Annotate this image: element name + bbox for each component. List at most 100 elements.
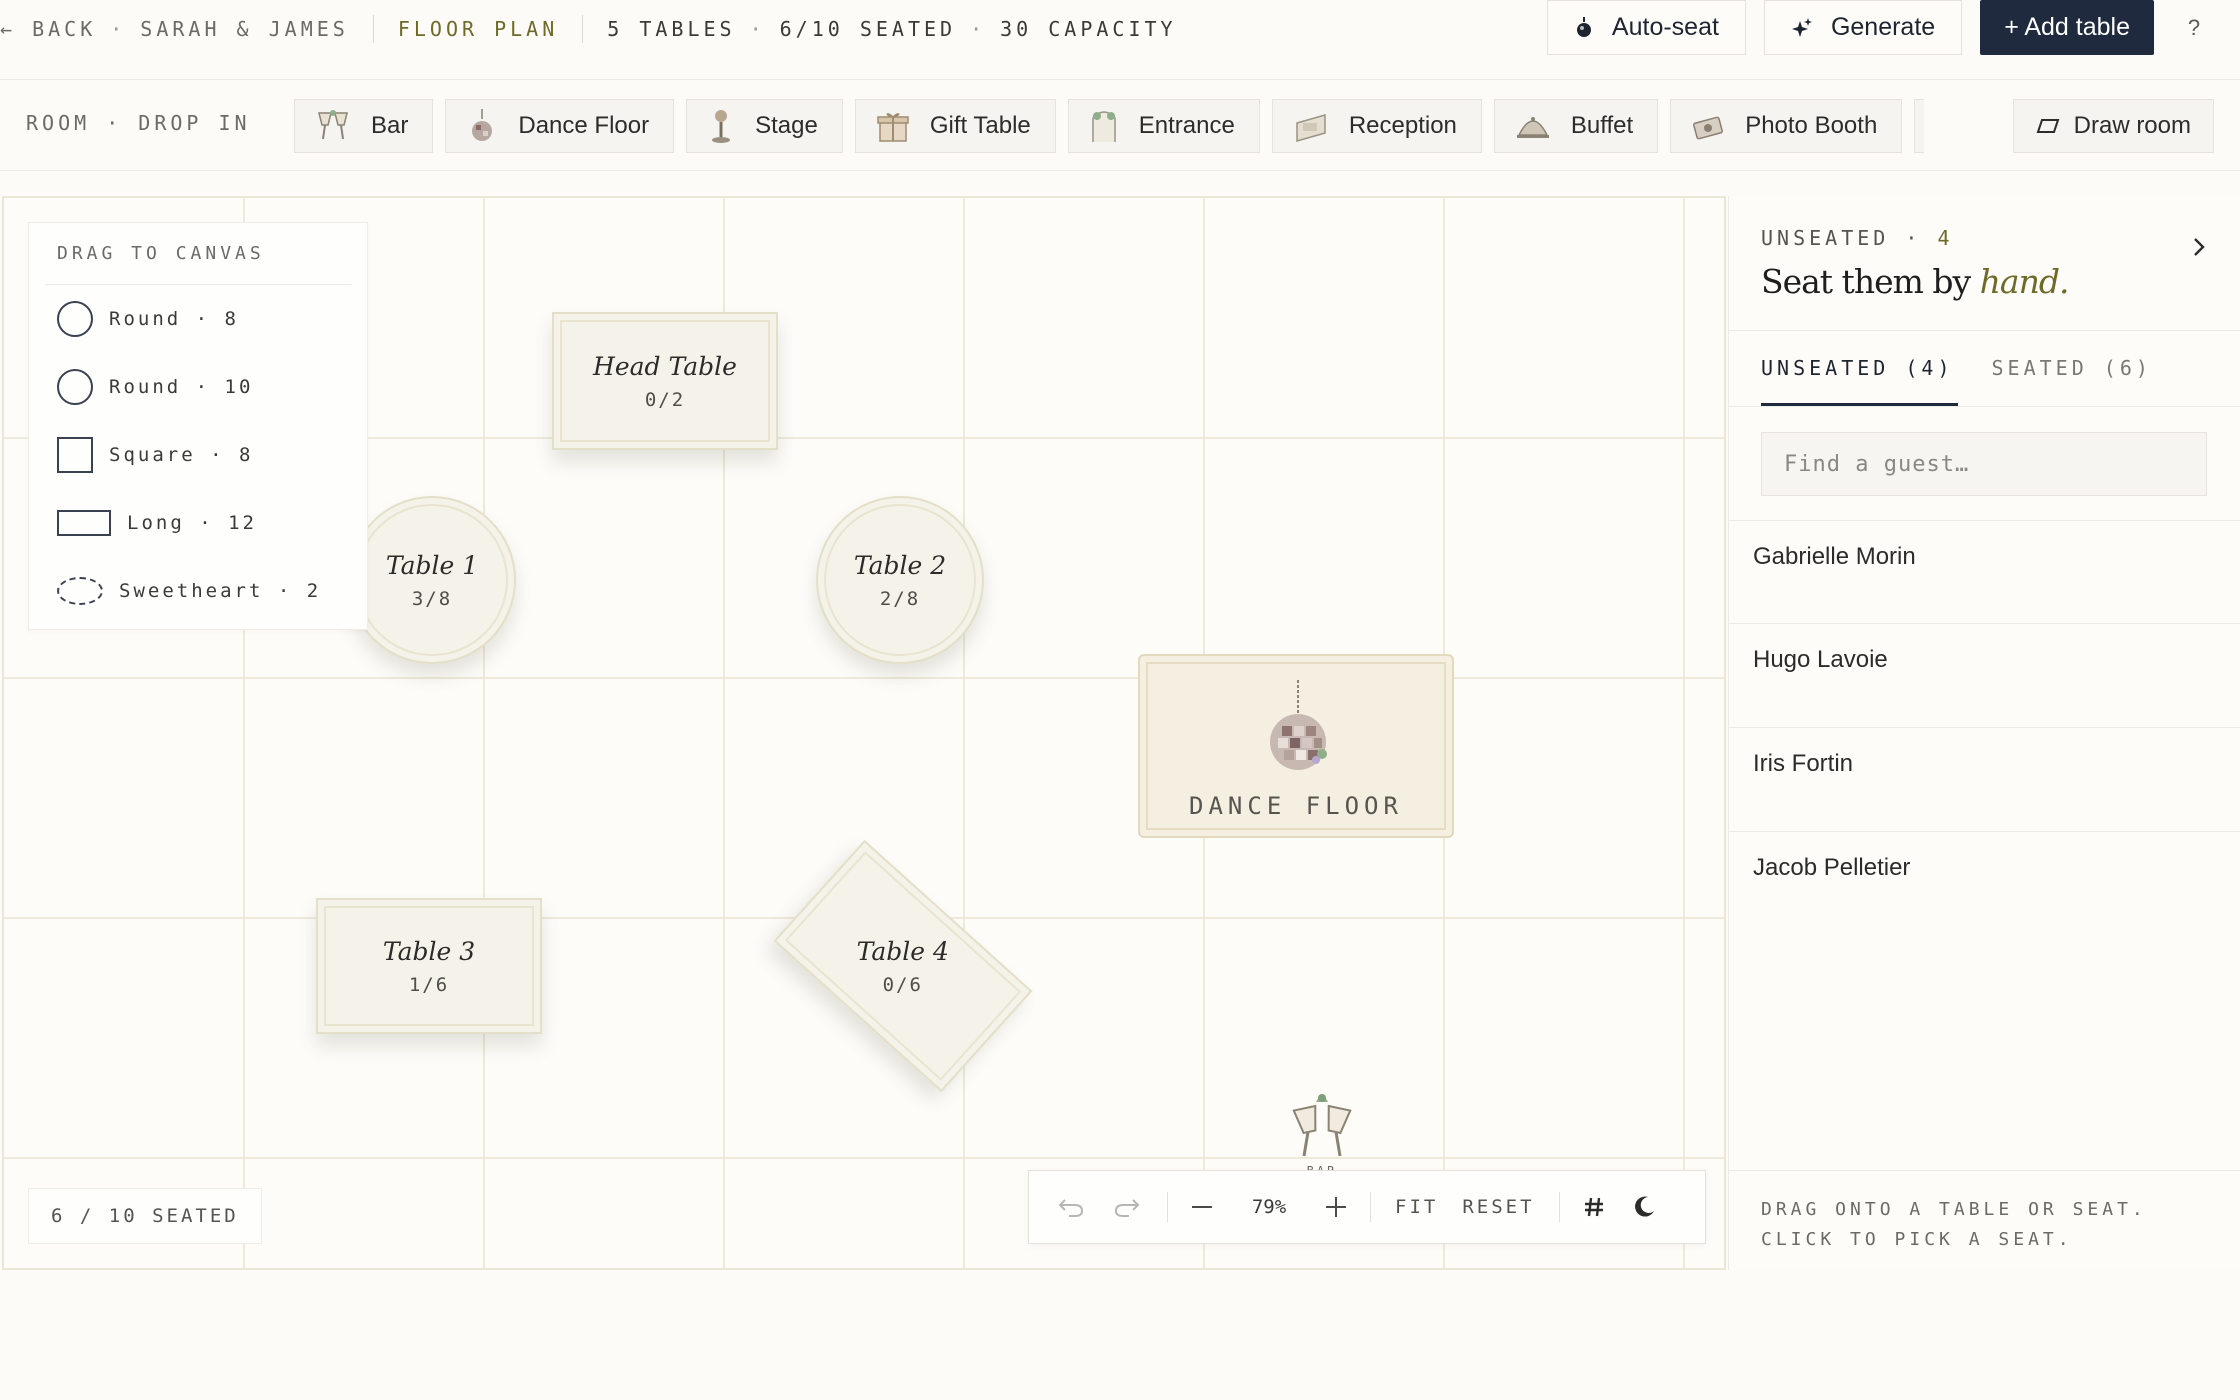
tab-unseated[interactable]: UNSEATED (4) (1761, 342, 1957, 406)
panel-title-emphasis: hand. (1979, 262, 2070, 301)
divider (372, 15, 374, 43)
dark-mode-toggle[interactable] (1616, 1185, 1672, 1229)
hint-line: DRAG ONTO A TABLE OR SEAT. (1761, 1199, 2147, 1220)
draw-room-label: Draw room (2073, 112, 2191, 139)
zoom-out-button[interactable] (1180, 1185, 1224, 1229)
tab-seated[interactable]: SEATED (6) (1992, 342, 2152, 406)
generate-label: Generate (1830, 13, 1936, 41)
fixture-chip-buffet[interactable]: Buffet (1493, 99, 1659, 153)
fixture-chip-overflow[interactable] (1914, 99, 1925, 153)
fit-button[interactable]: FIT (1383, 1185, 1450, 1229)
guest-item[interactable]: Hugo Lavoie (1729, 624, 2240, 728)
guest-item[interactable]: Jacob Pelletier (1729, 832, 2240, 936)
palette-item-long-12[interactable]: Long · 12 (45, 489, 351, 557)
palette-item-sweetheart-2[interactable]: Sweetheart · 2 (45, 557, 351, 625)
panel-title-prefix: Seat them by (1761, 262, 1980, 301)
seated-progress-badge: 6 / 10 SEATED (28, 1188, 262, 1244)
zoom-in-button[interactable] (1314, 1185, 1358, 1229)
bar-fixture-icon[interactable] (1286, 1088, 1358, 1164)
hint-line: CLICK TO PICK A SEAT. (1761, 1229, 2073, 1250)
gift-icon (877, 113, 909, 142)
entrance-icon (1092, 111, 1116, 142)
fixture-chip-label: Stage (755, 112, 818, 139)
bar-icon (318, 110, 348, 140)
guest-panel: UNSEATED · 4 Seat them by hand. UNSEATED… (1728, 196, 2240, 1270)
hash-icon (1584, 1197, 1603, 1217)
separator-dot: · (1905, 226, 1938, 250)
undo-button[interactable] (1043, 1185, 1099, 1229)
palette-item-round-10[interactable]: Round · 10 (45, 353, 351, 421)
divider (1558, 1192, 1560, 1222)
table-seat-count: 3/8 (411, 587, 453, 610)
reset-button[interactable]: RESET (1450, 1185, 1546, 1229)
parallelogram-icon (2036, 119, 2060, 133)
round-table-icon (57, 301, 93, 337)
fixture-chip-stage[interactable]: Stage (686, 99, 843, 153)
fixture-chip-label: Dance Floor (518, 112, 650, 139)
table-2[interactable]: Table 2 2/8 (816, 496, 984, 664)
round-table-icon (57, 369, 93, 405)
fixture-chip-entrance[interactable]: Entrance (1067, 99, 1260, 153)
fixture-chip-label: Entrance (1138, 112, 1235, 139)
palette-item-square-8[interactable]: Square · 8 (45, 421, 351, 489)
add-table-button[interactable]: + Add table (1980, 0, 2154, 55)
back-link[interactable]: ← BACK (0, 17, 96, 41)
panel-hint: DRAG ONTO A TABLE OR SEAT. CLICK TO PICK… (1729, 1170, 2240, 1270)
room-fixture-list: Bar Dance Floor Stage Gift Table Entranc… (294, 99, 1925, 153)
unseated-count: 4 (1937, 226, 1954, 250)
floor-plan-canvas[interactable]: Head Table 0/2 Table 1 3/8 Table 2 2/8 T… (2, 196, 1726, 1270)
fixture-chip-bar[interactable]: Bar (294, 99, 434, 153)
fixture-chip-dance-floor[interactable]: Dance Floor (445, 99, 675, 153)
guest-item[interactable]: Gabrielle Morin (1729, 520, 2240, 624)
guest-item[interactable]: Iris Fortin (1729, 728, 2240, 832)
chevron-right-icon[interactable] (2192, 236, 2206, 258)
panel-header: UNSEATED · 4 Seat them by hand. (1761, 226, 2070, 301)
section-title: FLOOR PLAN (397, 17, 559, 41)
fixture-chip-label: Reception (1348, 112, 1457, 139)
fixture-chip-photo-booth[interactable]: Photo Booth (1670, 99, 1903, 153)
generate-button[interactable]: Generate (1763, 0, 1963, 55)
palette-title: DRAG TO CANVAS (45, 223, 351, 285)
table-name: Table 3 (382, 936, 476, 966)
auto-seat-label: Auto-seat (1611, 13, 1719, 41)
fit-label: FIT (1395, 1196, 1439, 1218)
table-1[interactable]: Table 1 3/8 (348, 496, 516, 664)
header-actions: Auto-seat Generate + Add table ? (1546, 0, 2216, 55)
table-head[interactable]: Head Table 0/2 (552, 312, 778, 450)
draw-room-button[interactable]: Draw room (2012, 99, 2214, 153)
panel-title: Seat them by hand. (1761, 262, 2070, 301)
room-drop-in-label: ROOM · DROP IN (26, 111, 251, 135)
table-3[interactable]: Table 3 1/6 (316, 898, 542, 1034)
reception-icon (1296, 114, 1326, 142)
fixture-chip-reception[interactable]: Reception (1271, 99, 1482, 153)
grid-toggle-button[interactable] (1572, 1185, 1616, 1229)
add-table-label: + Add table (2004, 13, 2130, 41)
help-button[interactable]: ? (2172, 0, 2216, 55)
divider (1729, 330, 2240, 331)
seated-count: 6/10 SEATED (779, 17, 957, 41)
moon-icon (1634, 1196, 1654, 1217)
dance-floor-fixture[interactable]: DANCE FLOOR (1138, 654, 1454, 838)
microphone-icon (712, 110, 731, 143)
long-table-icon (57, 510, 111, 536)
panel-tabs: UNSEATED (4) SEATED (6) (1761, 342, 2152, 406)
table-seat-count: 0/2 (644, 388, 686, 411)
palette-item-round-8[interactable]: Round · 8 (45, 285, 351, 353)
palette-item-label: Long · 12 (127, 512, 257, 534)
canvas-controls: 79% FIT RESET (1028, 1170, 1706, 1244)
guest-search-input[interactable] (1761, 432, 2207, 496)
table-name: Table 4 (856, 936, 950, 966)
sparkle-icon (1791, 17, 1812, 37)
redo-icon (1114, 1199, 1140, 1217)
auto-seat-button[interactable]: Auto-seat (1546, 0, 1746, 55)
redo-button[interactable] (1099, 1185, 1155, 1229)
fixture-chip-label: Gift Table (929, 112, 1031, 139)
divider (582, 15, 584, 43)
table-palette: DRAG TO CANVAS Round · 8 Round · 10 Squa… (28, 222, 368, 630)
separator-dot: · (749, 17, 766, 41)
room-toolbar: ROOM · DROP IN Bar Dance Floor Stage Gif… (0, 81, 2240, 171)
tables-count: 5 TABLES (607, 17, 736, 41)
disco-ball-icon (1270, 680, 1327, 770)
fixture-chip-gift-table[interactable]: Gift Table (854, 99, 1056, 153)
table-name: Table 1 (385, 550, 479, 580)
